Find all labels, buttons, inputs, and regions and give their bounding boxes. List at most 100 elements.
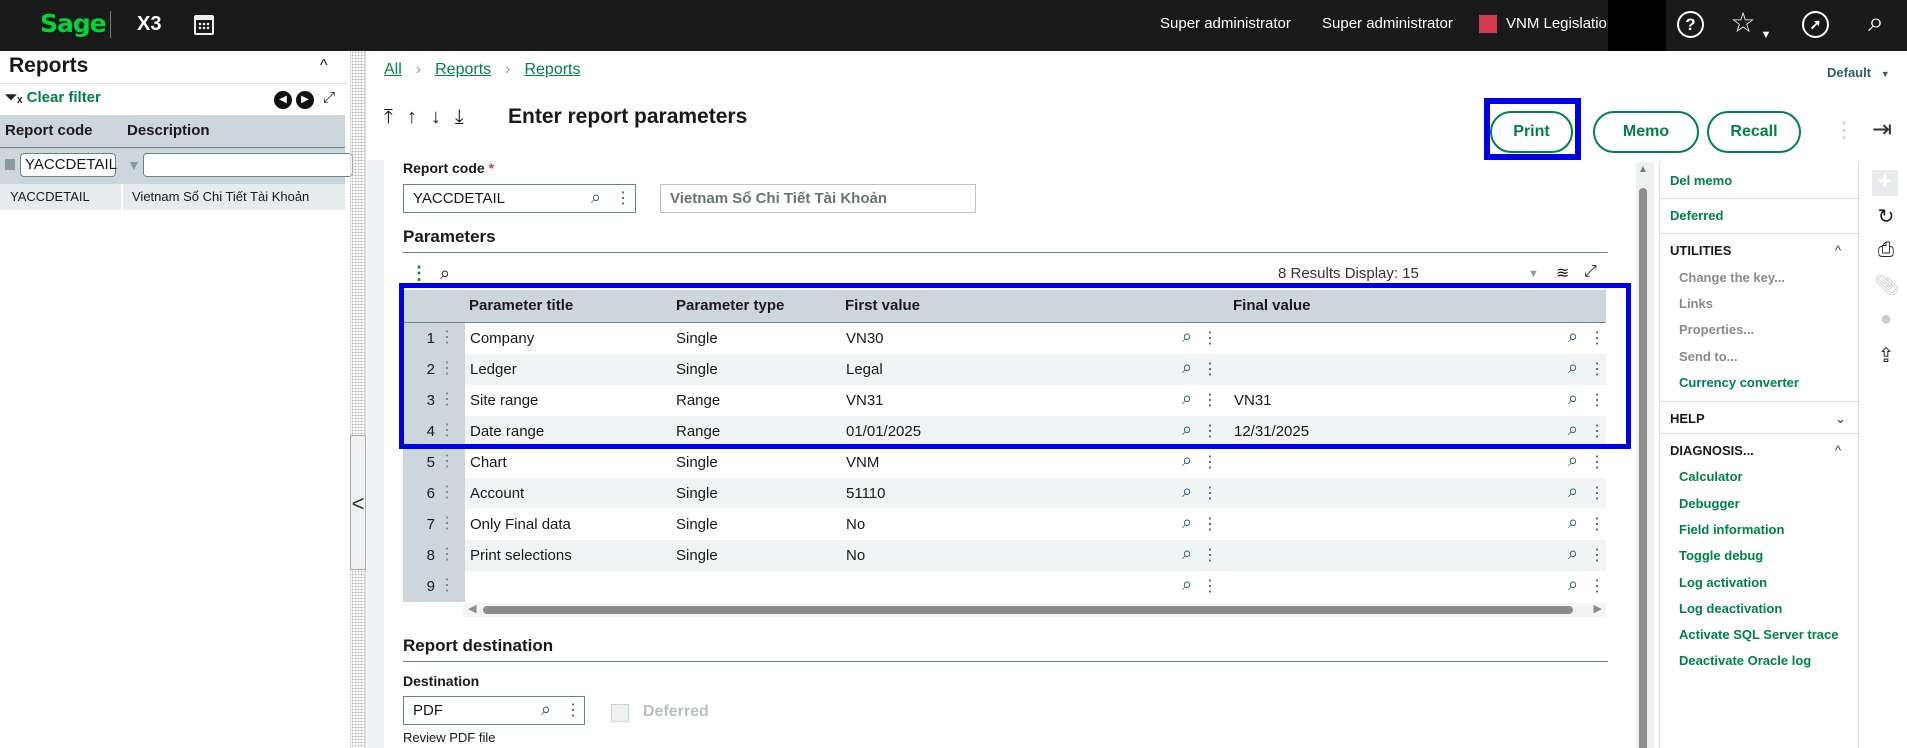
next-icon[interactable]: ▶ [296,91,314,109]
help-icon[interactable]: ? [1677,11,1704,38]
table-row[interactable]: 9 ⋮ ⌕ ⋮ ⌕ ⋮ [403,571,1606,602]
breadcrumb-all[interactable]: All [384,61,402,78]
plus-icon[interactable]: + [1872,170,1898,196]
kebab-icon[interactable]: ⋮ [1589,514,1605,534]
panel-splitter[interactable] [350,51,366,748]
report-code-input[interactable]: YACCDETAIL ⌕ ⋮ [403,184,636,213]
clear-filter-button[interactable]: ⏷ₓ Clear filter [5,89,101,106]
collapse-left-panel-button[interactable]: < [350,435,366,570]
last-record-icon[interactable]: ⤓ [455,106,464,128]
horizontal-scrollbar[interactable]: ◀ ▶ [463,603,1606,617]
first-value-cell[interactable]: 51110 [846,485,886,502]
share-icon[interactable]: ⇪ [1874,343,1898,368]
field-information-link[interactable]: Field information [1679,522,1784,537]
previous-icon[interactable]: ◀ [274,91,292,109]
paperclip-icon[interactable]: 📎︎ [1874,273,1899,298]
row-actions-icon[interactable]: ⋮ [439,482,455,502]
row-number-cell[interactable]: 9 ⋮ [403,571,463,602]
calculator-link[interactable]: Calculator [1679,469,1743,484]
column-header-description[interactable]: Description [127,122,210,139]
debugger-link[interactable]: Debugger [1679,496,1740,511]
deactivate-oracle-log-link[interactable]: Deactivate Oracle log [1679,653,1811,668]
recall-button[interactable]: Recall [1707,111,1801,153]
properties-link[interactable]: Properties... [1679,322,1754,337]
chevron-up-icon[interactable]: ^ [1835,443,1841,458]
grid-actions-icon[interactable]: ⋮ [410,263,428,284]
deferred-link[interactable]: Deferred [1670,208,1723,223]
lookup-icon[interactable]: ⌕ [591,187,601,208]
help-section-header[interactable]: HELP [1670,411,1705,426]
kebab-icon[interactable]: ⋮ [1202,514,1218,534]
toggle-debug-link[interactable]: Toggle debug [1679,548,1763,563]
lookup-icon[interactable]: ⌕ [541,699,551,720]
diagnosis-section-header[interactable]: DIAGNOSIS... [1670,443,1754,458]
memo-button[interactable]: Memo [1593,111,1699,153]
kebab-icon[interactable]: ⋮ [1589,576,1605,596]
layers-icon[interactable]: ≋ [1556,263,1569,283]
deferred-checkbox[interactable] [611,704,629,722]
comment-icon[interactable]: ● [1874,308,1898,331]
exit-icon[interactable]: ⇥ [1872,115,1892,144]
star-icon[interactable]: ☆ [1727,8,1759,38]
log-deactivation-link[interactable]: Log deactivation [1679,601,1782,616]
table-row[interactable]: 5 ⋮ Chart Single VNM ⌕ ⋮ ⌕ ⋮ [403,447,1606,478]
expand-icon[interactable]: ⤢ [323,89,335,106]
breadcrumb-reports-2[interactable]: Reports [524,61,580,78]
report-code-filter-input[interactable]: YACCDETAIL [20,153,117,177]
first-value-cell[interactable]: No [846,547,865,564]
kebab-icon[interactable]: ⋮ [1202,545,1218,565]
row-number-cell[interactable]: 6 ⋮ [403,478,463,509]
del-memo-link[interactable]: Del memo [1670,173,1732,188]
lookup-icon[interactable]: ⌕ [1568,512,1578,533]
print-icon[interactable]: ⎙ [1874,239,1898,262]
kebab-icon[interactable]: ⋮ [1202,576,1218,596]
lookup-icon[interactable]: ⌕ [1182,543,1192,564]
list-item[interactable]: YACCDETAIL Vietnam Sổ Chi Tiết Tài Khoản [0,184,345,210]
select-all-icon[interactable] [5,159,15,170]
first-value-cell[interactable]: VNM [846,454,879,471]
collapse-icon[interactable]: ^ [320,57,328,75]
table-row[interactable]: 6 ⋮ Account Single 51110 ⌕ ⋮ ⌕ ⋮ [403,478,1606,509]
links-link[interactable]: Links [1679,296,1713,311]
breadcrumb-reports[interactable]: Reports [435,61,491,78]
scroll-up-icon[interactable]: ▲ [1638,164,1648,175]
refresh-icon[interactable]: ↻ [1874,204,1898,229]
more-actions-icon[interactable]: ⋮ [1833,117,1855,143]
view-selector[interactable]: Default ▼ [1827,65,1890,80]
grid-search-icon[interactable]: ⌕ [440,263,450,284]
lookup-icon[interactable]: ⌕ [1182,512,1192,533]
kebab-icon[interactable]: ⋮ [1589,483,1605,503]
description-filter-input[interactable] [143,153,353,177]
table-row[interactable]: 8 ⋮ Print selections Single No ⌕ ⋮ ⌕ ⋮ [403,540,1606,571]
previous-record-icon[interactable]: ↑ [407,106,417,128]
utilities-section-header[interactable]: UTILITIES [1670,243,1731,258]
row-number-cell[interactable]: 8 ⋮ [403,540,463,571]
next-record-icon[interactable]: ↓ [431,106,441,128]
search-icon[interactable]: ⌕ [1860,7,1892,37]
row-number-cell[interactable]: 5 ⋮ [403,447,463,478]
calendar-icon[interactable] [194,15,214,35]
kebab-icon[interactable]: ⋮ [1589,452,1605,472]
scroll-left-icon[interactable]: ◀ [468,602,476,615]
lookup-icon[interactable]: ⌕ [1568,574,1578,595]
row-actions-icon[interactable]: ⋮ [439,513,455,533]
lookup-icon[interactable]: ⌕ [1568,543,1578,564]
vertical-scrollbar-thumb[interactable] [1639,188,1647,748]
lookup-icon[interactable]: ⌕ [1182,481,1192,502]
display-dropdown-icon[interactable]: ▼ [1528,268,1539,280]
scrollbar-thumb[interactable] [483,606,1573,614]
destination-input[interactable]: PDF ⌕ ⋮ [403,696,585,725]
sage-logo[interactable]: Sage [40,9,107,38]
row-number-cell[interactable]: 7 ⋮ [403,509,463,540]
legislation-menu[interactable]: VNM Legislation [1506,15,1615,32]
row-actions-icon[interactable]: ⋮ [439,451,455,471]
currency-converter-link[interactable]: Currency converter [1679,375,1799,390]
row-actions-icon[interactable]: ⋮ [439,575,455,595]
scroll-right-icon[interactable]: ▶ [1594,602,1602,615]
first-value-cell[interactable]: No [846,516,865,533]
lookup-icon[interactable]: ⌕ [1568,450,1578,471]
lookup-icon[interactable]: ⌕ [1182,450,1192,471]
change-key-link[interactable]: Change the key... [1679,270,1785,285]
kebab-icon[interactable]: ⋮ [1589,545,1605,565]
first-record-icon[interactable]: ⤒ [384,106,393,128]
